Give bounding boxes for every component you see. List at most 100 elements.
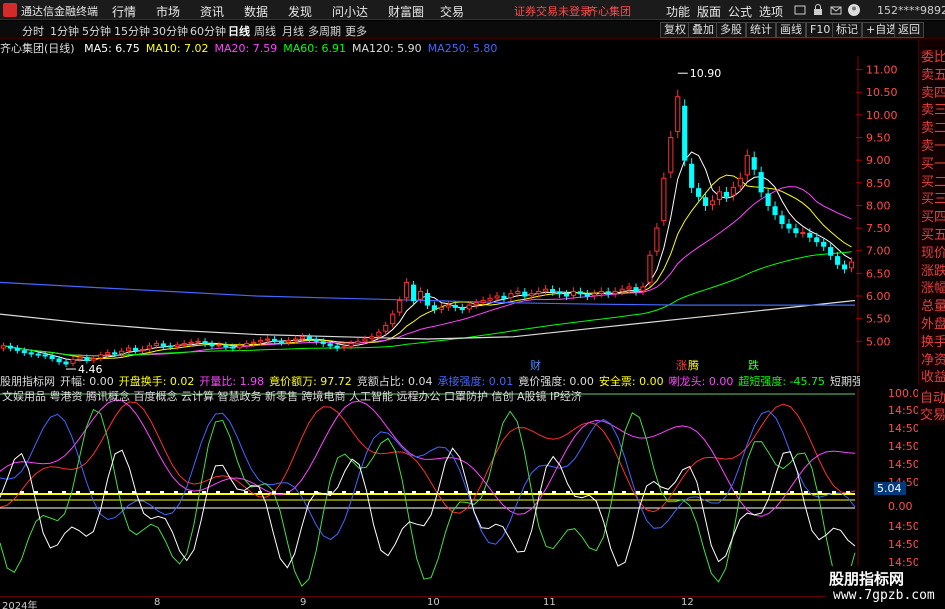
chart-stock-name: 齐心集团(日线): [0, 42, 75, 55]
stats-button[interactable]: 统计: [746, 22, 776, 38]
price-tick-label: 6.50: [866, 267, 891, 280]
signal-dot: [188, 491, 192, 494]
signal-dot: [174, 491, 178, 494]
signal-dot: [76, 491, 80, 494]
login-notice[interactable]: 证券交易未登录: [514, 3, 591, 19]
candle-body: [744, 155, 750, 176]
candle-body: [202, 341, 208, 345]
period-timeshare[interactable]: 分时: [22, 23, 44, 39]
period-30min[interactable]: 30分钟: [152, 23, 188, 39]
candle-body: [98, 354, 104, 359]
quote-field-label: 涨跌: [921, 263, 945, 279]
back-button[interactable]: 返回: [894, 22, 924, 38]
candle-body: [278, 340, 285, 343]
period-weekly[interactable]: 周线: [254, 23, 276, 39]
sub-axis-label: 0.00: [888, 500, 913, 513]
quote-field-label: 卖四: [921, 85, 945, 101]
candle-body: [341, 346, 347, 349]
period-5min[interactable]: 5分钟: [82, 23, 111, 39]
signal-dot: [216, 491, 220, 494]
auto-trade-panel[interactable]: 自动 交易: [918, 385, 945, 425]
ma-value: MA5: 6.75: [84, 42, 140, 55]
indicator-chart[interactable]: 100.0 14:50 14:50 14:50 14:50 14:50 5.04 0.00 14…: [0, 388, 918, 596]
candle-body: [167, 345, 173, 348]
user-avatar-icon[interactable]: [846, 2, 862, 18]
date-label: 9: [300, 597, 307, 608]
menu-data[interactable]: 数据: [244, 3, 268, 20]
candle-body: [21, 350, 27, 354]
menu-function[interactable]: 功能: [666, 3, 690, 20]
indicator-value: 喇龙头: 0.00: [668, 375, 734, 388]
mail-icon[interactable]: [828, 2, 844, 18]
menu-news[interactable]: 资讯: [200, 3, 224, 20]
candle-body: [473, 302, 479, 306]
signal-dot: [412, 491, 416, 494]
quote-field-label: 买四: [921, 210, 945, 226]
period-daily[interactable]: 日线: [228, 23, 250, 39]
candle-body: [626, 286, 632, 290]
sub-axis-label: 14:50: [888, 520, 918, 533]
menu-quotes[interactable]: 行情: [112, 3, 136, 20]
menu-trade[interactable]: 交易: [440, 3, 464, 20]
menu-formula[interactable]: 公式: [728, 3, 752, 20]
multi-stock-button[interactable]: 多股: [716, 22, 746, 38]
candle-body: [49, 355, 55, 360]
signal-dot: [734, 491, 738, 494]
f10-button[interactable]: F10: [806, 22, 835, 38]
screen-icon[interactable]: [792, 2, 808, 18]
candle-body: [835, 256, 841, 265]
period-1min[interactable]: 1分钟: [50, 23, 79, 39]
candle-body: [619, 288, 625, 292]
period-monthly[interactable]: 月线: [282, 23, 304, 39]
candlestick-chart[interactable]: 11.00 10.50 10.00 9.50 9.00 8.50 8.00 7.50 7.00 6…: [0, 56, 918, 373]
overlay-button[interactable]: 叠加: [688, 22, 718, 38]
draw-button[interactable]: 画线: [776, 22, 806, 38]
candle-body: [480, 300, 486, 303]
menu-market[interactable]: 市场: [156, 3, 180, 20]
auto-trade-label[interactable]: 交易: [920, 404, 945, 423]
candle-body: [438, 306, 444, 310]
signal-dot: [90, 491, 94, 494]
candle-body: [508, 293, 514, 299]
menu-wealth[interactable]: 财富圈: [388, 3, 424, 20]
period-more[interactable]: 更多: [345, 23, 367, 39]
indicator-value: 开盘换手: 0.02: [118, 375, 195, 388]
ma-value: MA10: 7.02: [145, 42, 209, 55]
user-account[interactable]: 152****9892: [877, 4, 945, 17]
candle-body: [668, 137, 674, 173]
lock-icon[interactable]: [810, 2, 826, 18]
indicator-line-3: [0, 408, 856, 587]
candle-body: [160, 343, 166, 347]
mark-button[interactable]: 标记: [832, 22, 862, 38]
menu-options[interactable]: 选项: [759, 3, 783, 20]
signal-dot: [286, 491, 290, 494]
quote-field-label: 外盘: [921, 317, 945, 332]
price-tick-label: 6.00: [866, 290, 891, 303]
candle-body: [689, 163, 695, 188]
candle-body: [765, 193, 771, 206]
candle-body: [723, 192, 729, 197]
period-15min[interactable]: 15分钟: [114, 23, 150, 39]
signal-dot: [832, 491, 836, 494]
sub-axis-label: 14:50: [888, 458, 918, 471]
candle-body: [612, 290, 618, 294]
candle-body: [188, 341, 194, 344]
indicator-value: 竞额占比: 0.04: [356, 375, 433, 388]
signal-dot: [160, 491, 164, 494]
candle-body: [320, 341, 326, 345]
menu-ask[interactable]: 问小达: [332, 3, 368, 20]
menu-discover[interactable]: 发现: [288, 3, 312, 20]
signal-dot: [398, 491, 402, 494]
candle-body: [445, 304, 451, 308]
period-60min[interactable]: 60分钟: [190, 23, 226, 39]
period-toolbar: 分时 1分钟 5分钟 15分钟 30分钟 60分钟 日线 周线 月线 多周期 更…: [0, 21, 945, 39]
signal-dot: [468, 491, 472, 494]
menu-layout[interactable]: 版面: [697, 3, 721, 20]
candle-body: [556, 291, 563, 295]
adjust-button[interactable]: 复权: [660, 22, 690, 38]
signal-dot: [244, 491, 248, 494]
candle-body: [675, 96, 681, 132]
indicator-value: 股朋指标网: [0, 375, 55, 388]
date-label: 11: [543, 597, 556, 608]
period-multi[interactable]: 多周期: [308, 23, 341, 39]
